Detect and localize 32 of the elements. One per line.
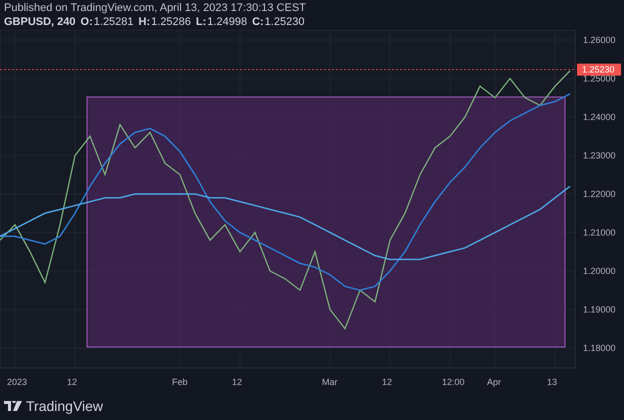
axis-label: Apr	[487, 377, 502, 387]
axis-label: 1.18000	[583, 343, 616, 353]
axis-label: 1.21000	[583, 228, 616, 238]
axis-label: 12	[67, 377, 78, 387]
axis-label: 1.24000	[583, 112, 616, 122]
last-price-badge: 1.25230	[577, 64, 621, 76]
ref-line-label: 1.25230	[582, 64, 615, 75]
ohlc-value: 1.25230	[264, 16, 304, 28]
axis-label: 13	[547, 377, 558, 387]
axis-label: 12:00	[442, 377, 465, 387]
axis-label: Feb	[172, 377, 188, 387]
ohlc-value: 1.25286	[151, 16, 191, 28]
axis-label: Mar	[322, 377, 338, 387]
axis-label: 1.19000	[583, 304, 616, 314]
axis-label: 1.20000	[583, 266, 616, 276]
axis-label: 12	[382, 377, 392, 387]
ohlc-label: H:	[138, 16, 150, 28]
published-caption: Published on TradingView.com, April 13, 2023 17:30:13 CEST	[4, 2, 307, 14]
axis-label: 1.22000	[583, 189, 616, 199]
ohlc-value: 1.25281	[94, 16, 134, 28]
ohlc-label: O:	[80, 16, 93, 28]
axis-label: 1.25000	[583, 74, 616, 84]
logo-icon	[4, 401, 22, 411]
axis-label: 2023	[7, 377, 28, 387]
axis-label: 1.23000	[583, 150, 616, 160]
brand-name: TradingView	[26, 398, 104, 414]
ohlc-label: C:	[252, 16, 264, 28]
symbol-label: GBPUSD, 240	[4, 16, 76, 28]
ohlc-value: 1.24998	[207, 16, 248, 28]
ohlc-label: L:	[196, 16, 206, 28]
axis-label: 1.26000	[583, 35, 616, 45]
axis-label: 12	[232, 377, 242, 387]
